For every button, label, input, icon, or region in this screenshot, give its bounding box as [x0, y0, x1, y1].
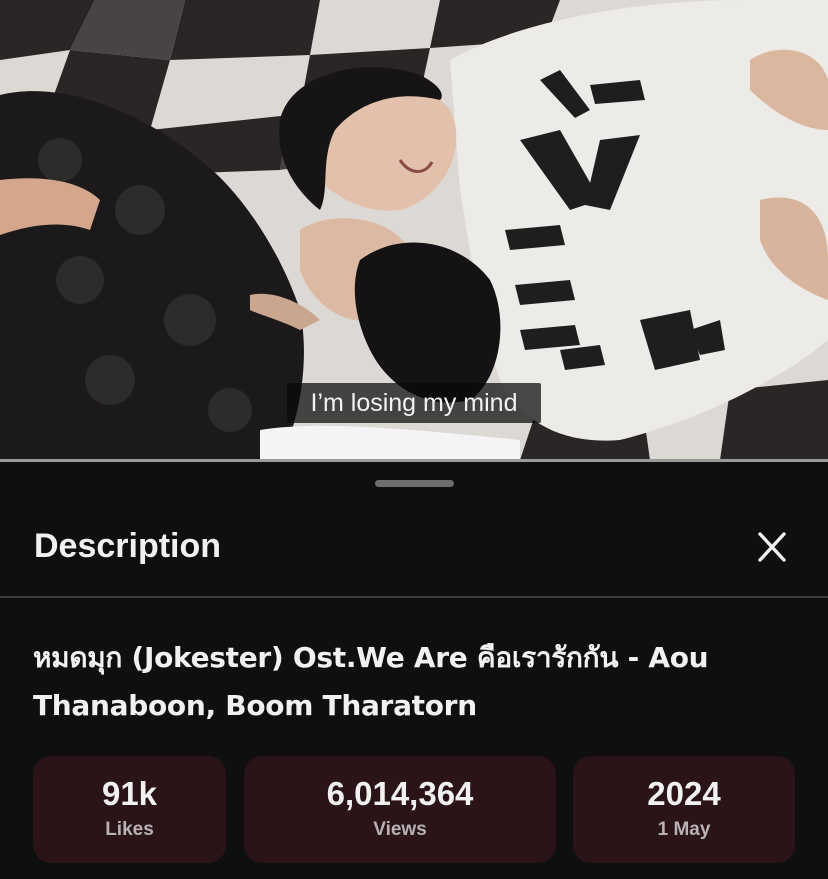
app-root: I’m losing my mind Description หมดมุก (J… [0, 0, 828, 879]
close-icon [758, 532, 786, 562]
sheet-divider [0, 596, 828, 598]
views-label: Views [373, 819, 427, 840]
likes-stat: 91k Likes [33, 756, 226, 863]
video-subtitle: I’m losing my mind [287, 383, 541, 423]
date-stat: 2024 1 May [573, 756, 795, 863]
video-title: หมดมุก (Jokester) Ost.We Are คือเรารักกั… [33, 641, 709, 722]
close-button[interactable] [748, 526, 796, 570]
upload-year: 2024 [647, 775, 721, 812]
upload-date: 1 May [657, 819, 711, 840]
description-sheet: Description หมดมุก (Jokester) Ost.We Are… [0, 462, 828, 879]
views-count: 6,014,364 [326, 775, 474, 812]
sheet-heading: Description [34, 527, 222, 565]
likes-count: 91k [101, 775, 158, 812]
video-player[interactable]: I’m losing my mind [0, 0, 828, 460]
sheet-drag-handle[interactable] [375, 480, 454, 487]
likes-label: Likes [105, 819, 154, 840]
views-stat: 6,014,364 Views [244, 756, 556, 863]
